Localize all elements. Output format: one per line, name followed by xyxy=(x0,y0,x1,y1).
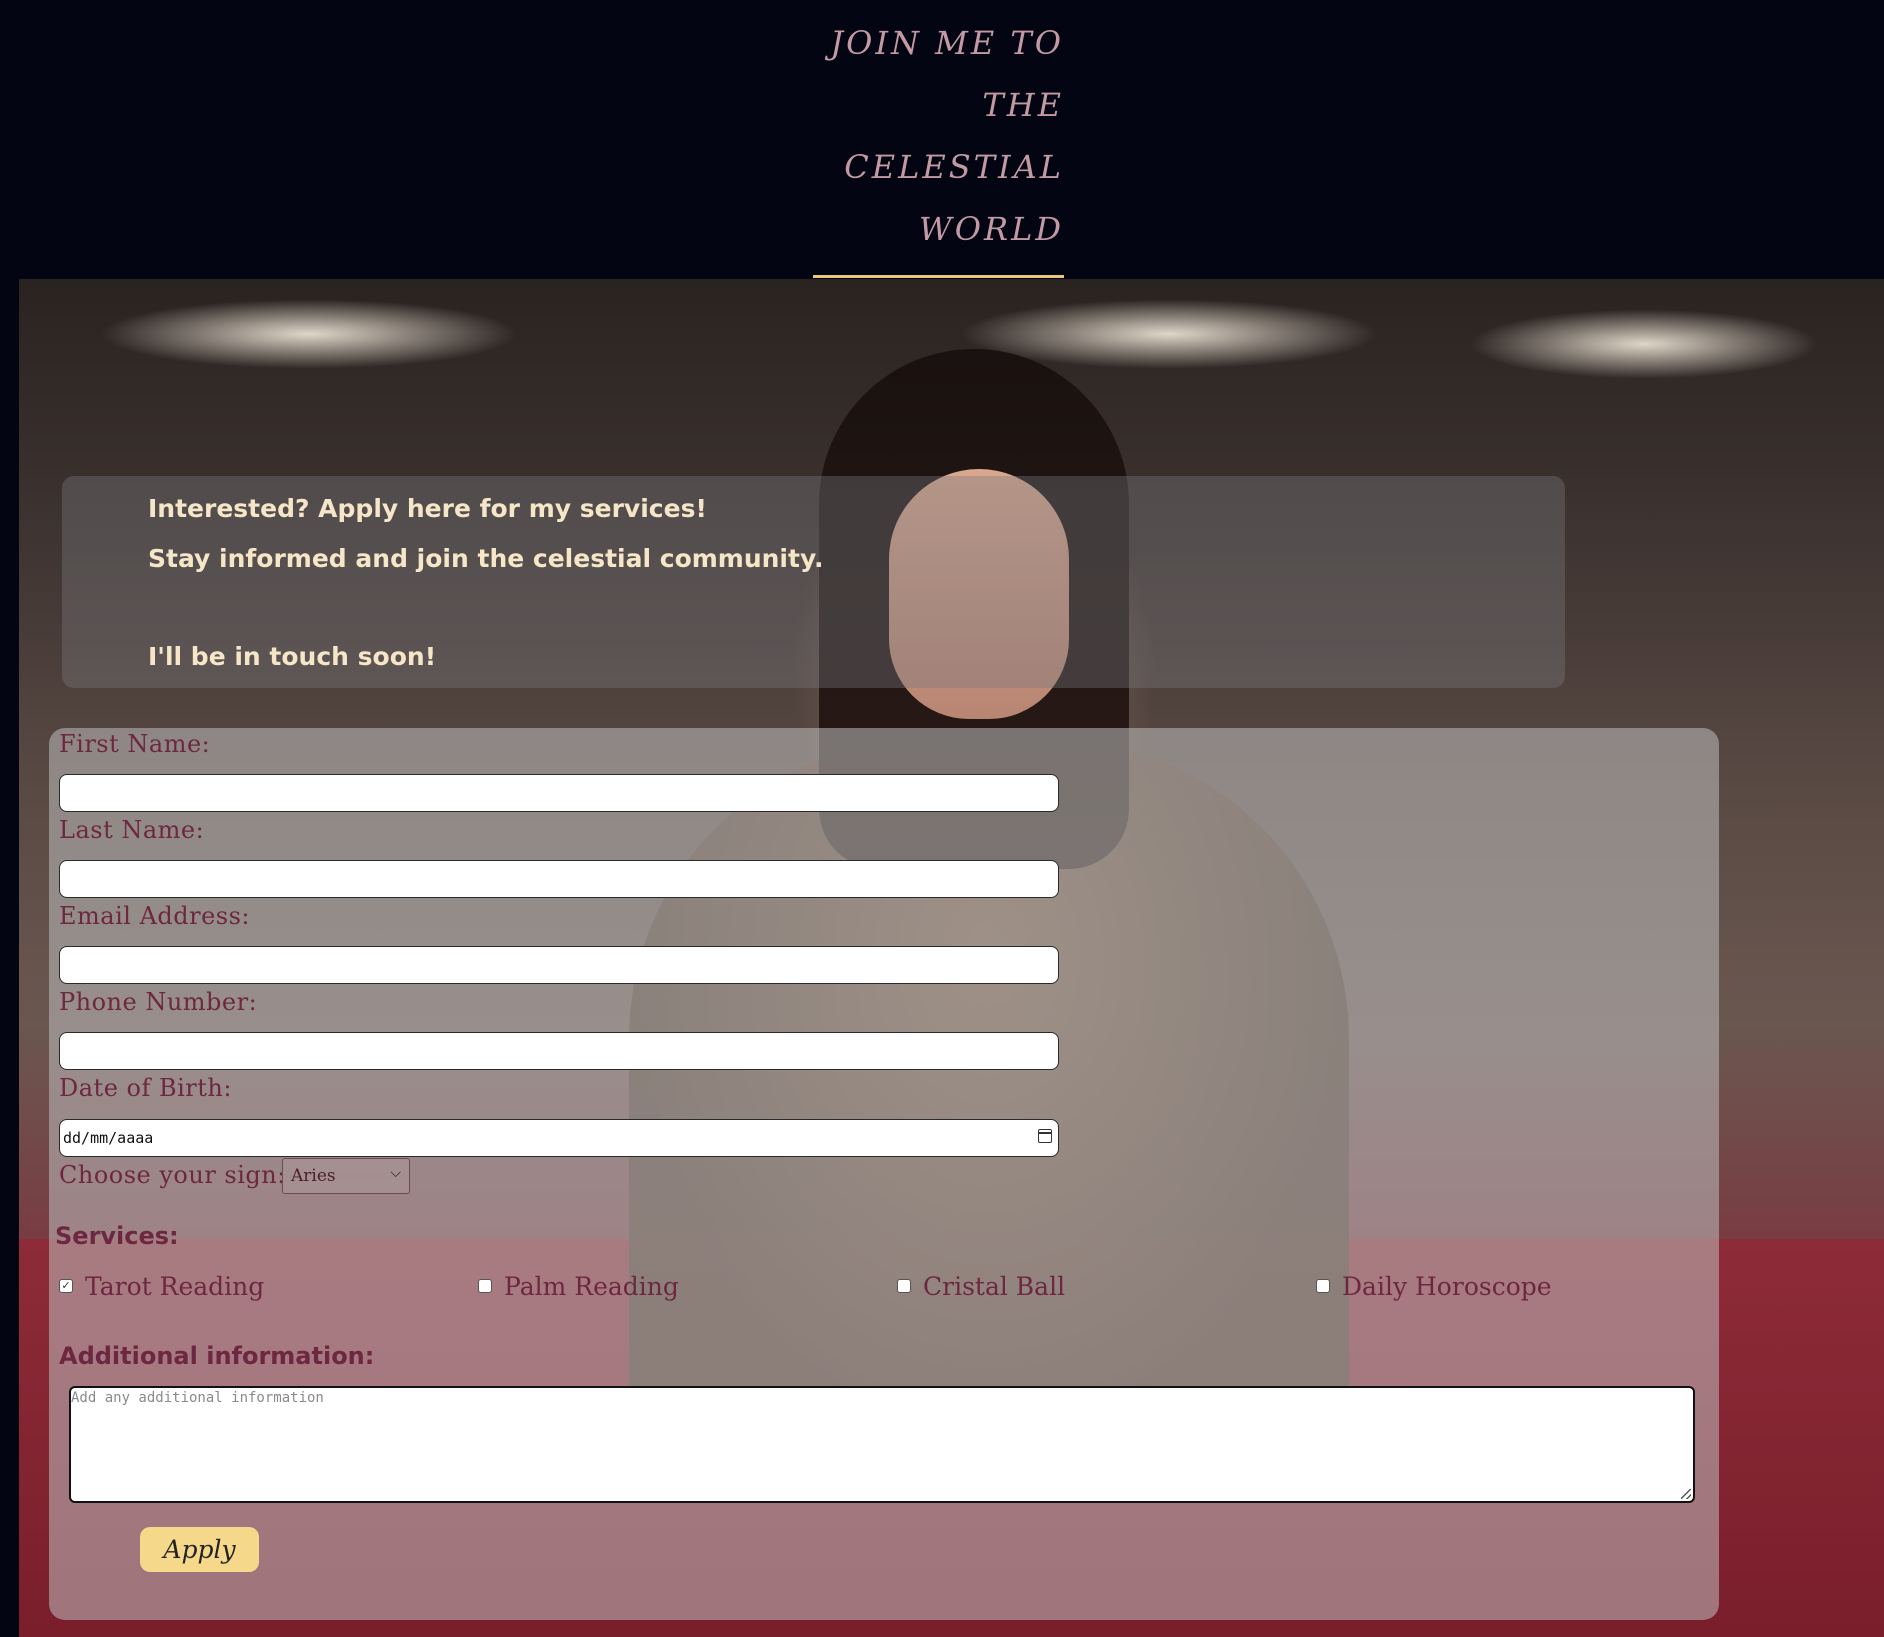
intro-line-3: I'll be in touch soon! xyxy=(148,642,437,671)
additional-info-placeholder: Add any additional information xyxy=(71,1390,324,1406)
last-name-label: Last Name: xyxy=(59,816,205,844)
email-label: Email Address: xyxy=(59,902,251,930)
cristal-ball-checkbox[interactable] xyxy=(897,1279,911,1293)
service-label: Cristal Ball xyxy=(923,1272,1066,1301)
palm-checkbox[interactable] xyxy=(478,1279,492,1293)
dob-field[interactable]: dd/mm/aaaa xyxy=(59,1119,1059,1157)
title-line-1: JOIN ME TO xyxy=(830,24,1064,62)
intro-panel: Interested? Apply here for my services! … xyxy=(62,476,1565,688)
apply-button[interactable]: Apply xyxy=(140,1527,259,1572)
application-form: First Name: Last Name: Email Address: Ph… xyxy=(49,728,1719,1620)
intro-line-2: Stay informed and join the celestial com… xyxy=(148,544,824,573)
additional-info-textarea[interactable]: Add any additional information xyxy=(69,1386,1695,1503)
last-name-field[interactable] xyxy=(59,860,1059,898)
daily-horoscope-checkbox[interactable] xyxy=(1316,1279,1330,1293)
service-label: Daily Horoscope xyxy=(1342,1272,1552,1301)
tarot-checkbox[interactable]: ✓ xyxy=(59,1279,73,1293)
title-underline xyxy=(813,275,1064,278)
resize-handle-icon[interactable] xyxy=(1681,1489,1691,1499)
phone-label: Phone Number: xyxy=(59,988,258,1016)
page-title: JOIN ME TO THE CELESTIAL WORLD xyxy=(814,12,1064,260)
additional-info-label: Additional information: xyxy=(59,1342,375,1370)
service-label: Palm Reading xyxy=(504,1272,679,1301)
title-line-3: CELESTIAL xyxy=(844,148,1064,186)
services-title: Services: xyxy=(55,1222,179,1250)
intro-line-1: Interested? Apply here for my services! xyxy=(148,494,707,523)
dob-label: Date of Birth: xyxy=(59,1074,232,1102)
checkmark-icon: ✓ xyxy=(61,1279,71,1292)
title-line-2: THE xyxy=(982,86,1064,124)
dob-placeholder: dd/mm/aaaa xyxy=(63,1129,154,1147)
email-field[interactable] xyxy=(59,946,1059,984)
page-header: JOIN ME TO THE CELESTIAL WORLD xyxy=(0,0,1884,279)
title-line-4: WORLD xyxy=(918,210,1064,248)
chevron-down-icon: ⌵ xyxy=(390,1165,401,1181)
phone-field[interactable] xyxy=(59,1032,1059,1070)
shelf-light xyxy=(1469,309,1819,379)
shelf-light xyxy=(99,299,519,369)
first-name-field[interactable] xyxy=(59,774,1059,812)
calendar-icon[interactable] xyxy=(1038,1129,1052,1143)
sign-select[interactable]: Aries ⌵ xyxy=(282,1158,410,1194)
sign-selected-value: Aries xyxy=(291,1166,336,1186)
first-name-label: First Name: xyxy=(59,730,211,758)
sign-label: Choose your sign: xyxy=(59,1161,286,1189)
service-label: Tarot Reading xyxy=(85,1272,265,1301)
